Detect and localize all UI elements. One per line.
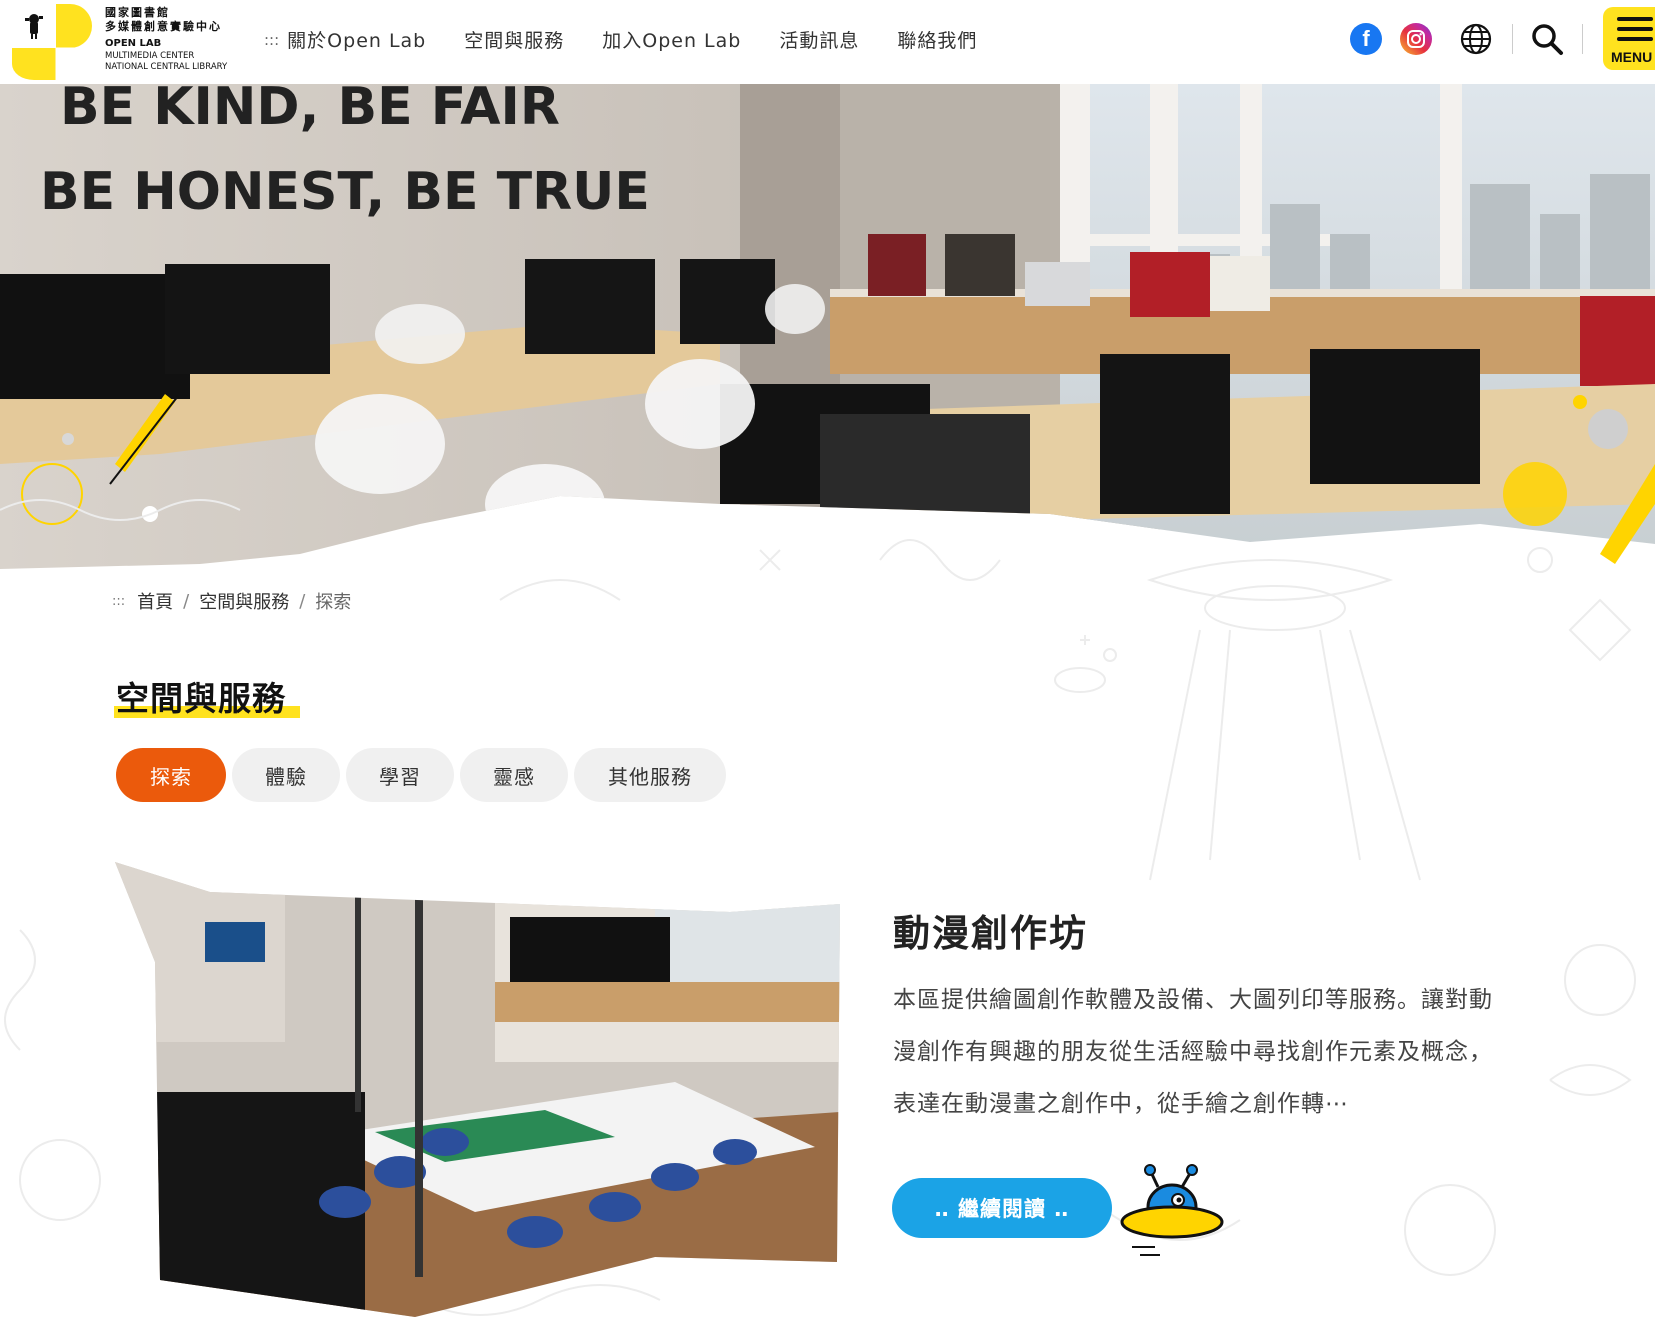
logo-line-5: NATIONAL CENTRAL LIBRARY bbox=[105, 62, 228, 72]
menu-icon bbox=[1617, 27, 1653, 31]
breadcrumb-current: 探索 bbox=[315, 592, 352, 613]
search-icon[interactable] bbox=[1530, 22, 1564, 56]
nav-spaces-services[interactable]: 空間與服務 bbox=[464, 26, 564, 53]
nav-events[interactable]: 活動訊息 bbox=[779, 26, 859, 53]
logo-line-3: OPEN LAB bbox=[105, 38, 162, 49]
breadcrumb-home[interactable]: 首頁 bbox=[137, 588, 173, 614]
menu-button[interactable]: MENU bbox=[1603, 7, 1655, 70]
nav-accesskey[interactable]: ::: bbox=[264, 31, 279, 49]
wall-text-line-2: BE HONEST, BE TRUE bbox=[40, 162, 650, 222]
category-tabs: 探索 體驗 學習 靈感 其他服務 bbox=[116, 748, 732, 802]
site-header: 國家圖書館 多媒體創意實驗中心 OPEN LAB MULTIMEDIA CENT… bbox=[0, 0, 1655, 84]
wall-text-line-1: BE KIND, BE FAIR bbox=[60, 84, 560, 137]
page-title: 空間與服務 bbox=[114, 672, 300, 720]
header-divider bbox=[1512, 24, 1513, 54]
site-logo[interactable]: 國家圖書館 多媒體創意實驗中心 OPEN LAB MULTIMEDIA CENT… bbox=[12, 4, 257, 80]
instagram-icon[interactable] bbox=[1400, 23, 1432, 55]
logo-line-2: 多媒體創意實驗中心 bbox=[105, 20, 222, 33]
instagram-glyph-icon bbox=[1407, 30, 1425, 48]
tab-inspiration[interactable]: 靈感 bbox=[460, 748, 568, 802]
menu-icon bbox=[1617, 17, 1653, 21]
card-image[interactable] bbox=[115, 862, 840, 1317]
tab-explore[interactable]: 探索 bbox=[116, 748, 226, 802]
logo-text: 國家圖書館 多媒體創意實驗中心 OPEN LAB MULTIMEDIA CENT… bbox=[105, 6, 227, 73]
breadcrumb-separator: / bbox=[299, 590, 306, 612]
tab-experience[interactable]: 體驗 bbox=[232, 748, 340, 802]
menu-label: MENU bbox=[1611, 49, 1653, 65]
logo-mark-icon bbox=[12, 4, 97, 80]
page-title-text: 空間與服務 bbox=[116, 679, 286, 718]
card-description: 本區提供繪圖創作軟體及設備、大圖列印等服務。讓對動漫創作有興趣的朋友從生活經驗中… bbox=[893, 987, 1493, 1117]
wall-text-2: BE HONEST, BE TRUE bbox=[40, 162, 650, 222]
logo-line-1: 國家圖書館 bbox=[105, 6, 170, 19]
breadcrumb: ::: 首頁 / 空間與服務 / 探索 bbox=[112, 588, 351, 614]
main-nav: ::: 關於Open Lab 空間與服務 加入Open Lab 活動訊息 聯絡我… bbox=[264, 26, 1015, 53]
logo-line-4: MULTIMEDIA CENTER bbox=[105, 51, 195, 61]
wall-text-1: BE KIND, BE FAIR bbox=[60, 84, 560, 137]
ufo-icon bbox=[1120, 1164, 1224, 1256]
facebook-icon[interactable]: f bbox=[1350, 23, 1382, 55]
card-title[interactable]: 動漫創作坊 bbox=[893, 903, 1088, 957]
read-more-button[interactable]: ‥ 繼續閱讀 ‥ bbox=[892, 1178, 1112, 1238]
menu-icon bbox=[1617, 37, 1653, 41]
tab-other-services[interactable]: 其他服務 bbox=[574, 748, 726, 802]
breadcrumb-accesskey[interactable]: ::: bbox=[112, 594, 125, 609]
nav-contact[interactable]: 聯絡我們 bbox=[897, 26, 977, 53]
nav-about[interactable]: 關於Open Lab bbox=[287, 26, 426, 53]
globe-icon[interactable] bbox=[1460, 23, 1492, 55]
tab-learning[interactable]: 學習 bbox=[346, 748, 454, 802]
breadcrumb-spaces-services[interactable]: 空間與服務 bbox=[199, 588, 289, 614]
breadcrumb-separator: / bbox=[183, 590, 190, 612]
nav-join[interactable]: 加入Open Lab bbox=[602, 26, 741, 53]
header-divider bbox=[1582, 24, 1583, 54]
